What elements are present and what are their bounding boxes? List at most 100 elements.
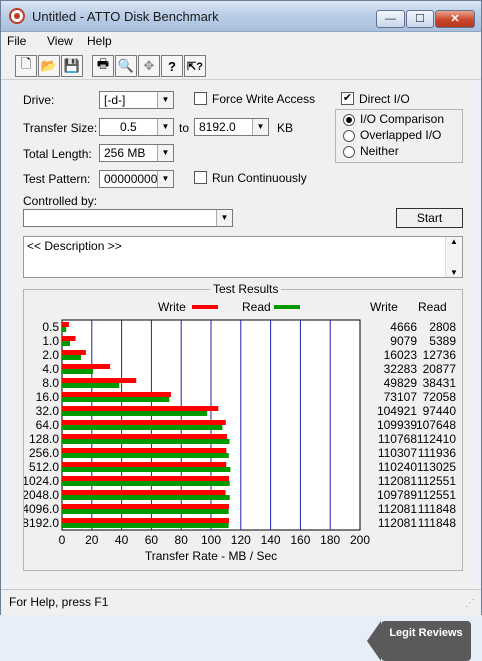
y-tick-label: 1.0 [42, 334, 59, 348]
print-icon[interactable]: 🖶 [92, 55, 114, 77]
print-preview-icon[interactable]: 🔍 [115, 55, 137, 77]
direct-io-checkbox[interactable]: ✔ [341, 92, 354, 105]
write-bar [62, 392, 171, 397]
read-value: 111848 [418, 502, 457, 516]
open-folder-icon[interactable]: 📂 [38, 55, 60, 77]
legit-reviews-logo: Legit Reviews [367, 621, 471, 661]
close-button[interactable]: ✕ [435, 10, 475, 28]
write-bar [62, 490, 226, 495]
controlled-by-select[interactable]: ▼ [23, 209, 233, 227]
maximize-button[interactable]: ☐ [406, 10, 434, 28]
direct-io-label: Direct I/O [359, 92, 410, 106]
total-length-select[interactable]: 256 MB ▼ [99, 144, 174, 162]
transfer-size-from-select[interactable]: 0.5 ▼ [99, 118, 174, 136]
write-bar [62, 420, 226, 425]
read-bar [62, 355, 81, 360]
read-bar [62, 495, 230, 500]
neither-radio[interactable] [343, 146, 355, 158]
legend-write-swatch [192, 305, 218, 309]
move-icon[interactable]: ✥ [138, 55, 160, 77]
y-tick-label: 4.0 [42, 362, 59, 376]
read-bar [62, 467, 231, 472]
chevron-down-icon: ▼ [252, 119, 268, 135]
title-bar[interactable]: Untitled - ATTO Disk Benchmark — ☐ ✕ [1, 1, 481, 32]
read-value: 107648 [416, 418, 456, 432]
menu-view[interactable]: View [47, 34, 73, 48]
resize-grip-icon[interactable]: ⋰ [465, 598, 475, 609]
write-value: 9079 [390, 334, 417, 348]
write-value: 109789 [377, 488, 417, 502]
read-bar [62, 341, 71, 346]
total-length-label: Total Length: [23, 147, 92, 161]
x-tick-label: 60 [145, 533, 159, 547]
read-bar [62, 523, 229, 528]
neither-label: Neither [360, 144, 399, 158]
scroll-down-icon[interactable]: ▼ [446, 268, 462, 277]
y-tick-label: 16.0 [36, 390, 60, 404]
read-value: 111848 [418, 516, 457, 530]
io-comparison-radio[interactable] [343, 114, 355, 126]
transfer-rate-chart: 0 20 40 60 80 100 120 140 160 180 200 Transfer Rate… [24, 319, 457, 563]
write-value: 112081 [378, 502, 417, 516]
write-value: 110768 [378, 432, 417, 446]
overlapped-io-radio[interactable] [343, 130, 355, 142]
write-value: 112081 [378, 516, 417, 530]
description-scrollbar[interactable]: ▲ ▼ [445, 237, 462, 277]
read-value: 113025 [417, 460, 456, 474]
new-file-icon[interactable]: 🗋 [15, 55, 37, 77]
io-comparison-label: I/O Comparison [360, 112, 445, 126]
x-tick-label: 80 [175, 533, 189, 547]
read-bar [62, 509, 229, 514]
toolbar: 🗋 📂 💾 🖶 🔍 ✥ ? ⇱? [1, 53, 481, 80]
write-value: 110240 [378, 460, 417, 474]
atto-app-icon [9, 8, 25, 24]
read-value: 112551 [417, 488, 456, 502]
x-tick-label: 20 [85, 533, 99, 547]
context-help-icon[interactable]: ⇱? [184, 55, 206, 77]
y-tick-label: 256.0 [29, 446, 59, 460]
transfer-size-to-select[interactable]: 8192.0 ▼ [194, 118, 269, 136]
read-bar [62, 439, 230, 444]
run-continuously-checkbox[interactable] [194, 171, 207, 184]
scroll-up-icon[interactable]: ▲ [446, 237, 462, 246]
read-bar [62, 453, 229, 458]
write-bar [62, 322, 69, 327]
write-bar [62, 448, 227, 453]
chevron-down-icon: ▼ [157, 171, 173, 187]
drive-label: Drive: [23, 93, 55, 107]
minimize-button[interactable]: — [376, 10, 405, 28]
y-tick-label: 32.0 [36, 404, 60, 418]
x-tick-label: 200 [350, 533, 370, 547]
y-tick-label: 0.5 [42, 320, 59, 334]
start-button[interactable]: Start [396, 208, 463, 228]
y-tick-label: 64.0 [36, 418, 60, 432]
chevron-down-icon: ▼ [157, 92, 173, 108]
legend-write-label: Write [158, 300, 186, 314]
test-pattern-select[interactable]: 00000000 ▼ [99, 170, 174, 188]
x-tick-label: 180 [320, 533, 340, 547]
x-tick-label: 0 [59, 533, 66, 547]
drive-select[interactable]: [-d-] ▼ [99, 91, 174, 109]
save-icon[interactable]: 💾 [61, 55, 83, 77]
legend-read-swatch [274, 305, 300, 309]
y-tick-label: 128.0 [29, 432, 59, 446]
read-value: 112551 [417, 474, 456, 488]
force-write-checkbox[interactable] [194, 92, 207, 105]
y-tick-label: 2048.0 [24, 488, 59, 502]
x-axis-label: Transfer Rate - MB / Sec [145, 549, 277, 563]
menu-help[interactable]: Help [87, 34, 112, 48]
description-text: << Description >> [27, 239, 122, 253]
read-value: 112410 [417, 432, 456, 446]
y-tick-label: 4096.0 [24, 502, 59, 516]
menu-file[interactable]: File [7, 34, 26, 48]
read-bar [62, 425, 223, 430]
description-box[interactable]: << Description >> ▲ ▼ [23, 236, 463, 278]
help-icon[interactable]: ? [161, 55, 183, 77]
write-value: 16023 [384, 348, 418, 362]
write-bar [62, 462, 227, 467]
x-tick-label: 100 [201, 533, 221, 547]
x-tick-label: 40 [115, 533, 129, 547]
x-tick-label: 160 [290, 533, 310, 547]
y-tick-label: 8.0 [42, 376, 59, 390]
write-bar [62, 364, 111, 369]
